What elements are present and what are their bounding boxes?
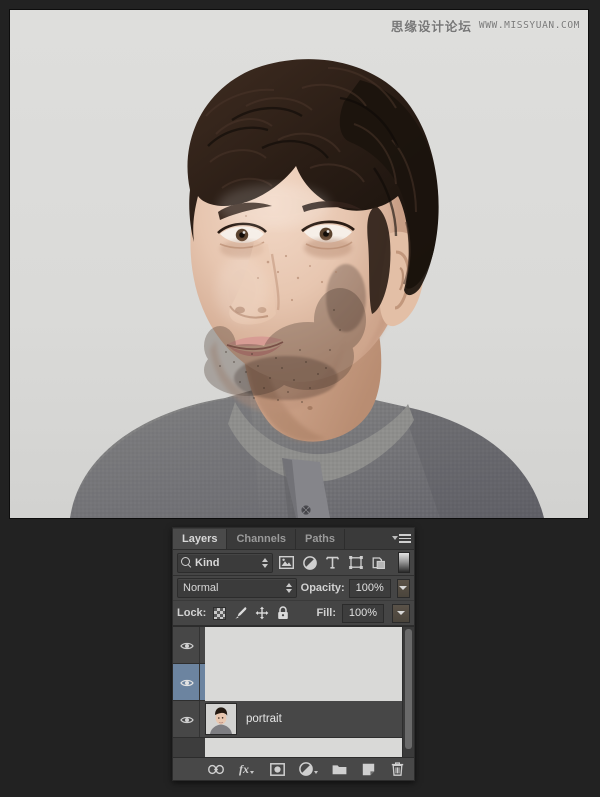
search-icon [181, 557, 192, 568]
blend-mode-value: Normal [183, 582, 219, 594]
adjustment-layer-filter-icon[interactable] [300, 553, 319, 572]
portrait-photograph [10, 10, 588, 518]
filter-toggle-switch[interactable] [398, 552, 410, 573]
lock-all-icon[interactable] [275, 606, 290, 621]
blend-mode-row: Normal Opacity: 100% [173, 576, 414, 601]
lock-transparent-pixels-icon[interactable] [212, 606, 227, 621]
new-adjustment-layer-icon[interactable] [299, 761, 319, 777]
fill-value[interactable]: 100% [342, 603, 384, 623]
tab-paths[interactable]: Paths [296, 529, 345, 549]
layer-style-fx-icon[interactable]: fx [237, 761, 257, 777]
fx-label: fx [239, 761, 249, 776]
layer-visibility-toggle[interactable] [173, 664, 200, 700]
opacity-dropdown-button[interactable] [396, 578, 410, 598]
portrait-illustration [10, 10, 588, 518]
chevron-updown-icon [262, 557, 268, 568]
panel-menu-icon[interactable] [391, 531, 411, 546]
layer-list-scrollbar[interactable] [402, 627, 414, 757]
opacity-value[interactable]: 100% [348, 578, 391, 598]
eye-icon [179, 641, 194, 650]
blend-mode-select[interactable]: Normal [177, 578, 297, 598]
smart-object-filter-icon[interactable] [369, 553, 388, 572]
image-canvas[interactable]: 思缘设计论坛 WWW.MISSYUAN.COM [10, 10, 588, 518]
filter-kind-select[interactable]: Kind [177, 552, 273, 573]
lock-row: Lock: Fill: 100% [173, 601, 414, 626]
link-layers-icon[interactable] [207, 761, 224, 777]
layers-panel-footer: fx [173, 757, 414, 780]
opacity-label: Opacity: [300, 582, 345, 594]
lock-image-pixels-icon[interactable] [233, 606, 248, 621]
chevron-down-icon [314, 771, 318, 774]
layer-thumbnails[interactable] [200, 703, 237, 735]
fill-dropdown-button[interactable] [392, 603, 410, 623]
panel-menu-lines [399, 534, 411, 543]
eye-icon [179, 678, 194, 687]
layer-filter-row: Kind [173, 550, 414, 576]
portrait-thumbnail[interactable] [205, 703, 237, 735]
eye-icon [179, 715, 194, 724]
scrollbar-thumb[interactable] [405, 629, 412, 749]
add-layer-mask-icon[interactable] [270, 761, 286, 777]
tab-channels[interactable]: Channels [227, 529, 296, 549]
lock-position-icon[interactable] [254, 606, 269, 621]
new-group-icon[interactable] [332, 761, 348, 777]
fill-label: Fill: [316, 607, 336, 619]
layers-panel[interactable]: Layers Channels Paths Kind Normal Opacit… [172, 527, 415, 781]
new-layer-icon[interactable] [361, 761, 377, 777]
delete-layer-icon[interactable] [390, 761, 406, 777]
shape-layer-filter-icon[interactable] [346, 553, 365, 572]
chevron-updown-icon [285, 583, 292, 593]
table-row[interactable]: background color [173, 627, 414, 757]
layer-name[interactable]: portrait [237, 713, 282, 725]
panel-menu-triangle [392, 536, 398, 540]
layer-list[interactable]: portrait mask background color [173, 626, 414, 757]
filter-kind-label: Kind [195, 556, 220, 569]
pixel-layer-filter-icon[interactable] [277, 553, 296, 572]
lock-label: Lock: [177, 607, 207, 619]
table-row[interactable]: portrait [173, 701, 414, 738]
tab-layers[interactable]: Layers [173, 529, 228, 549]
chevron-down-icon [250, 771, 254, 774]
layer-visibility-toggle[interactable] [173, 701, 200, 737]
panel-tab-strip: Layers Channels Paths [173, 528, 414, 550]
layer-visibility-toggle[interactable] [173, 627, 200, 663]
type-layer-filter-icon[interactable] [323, 553, 342, 572]
